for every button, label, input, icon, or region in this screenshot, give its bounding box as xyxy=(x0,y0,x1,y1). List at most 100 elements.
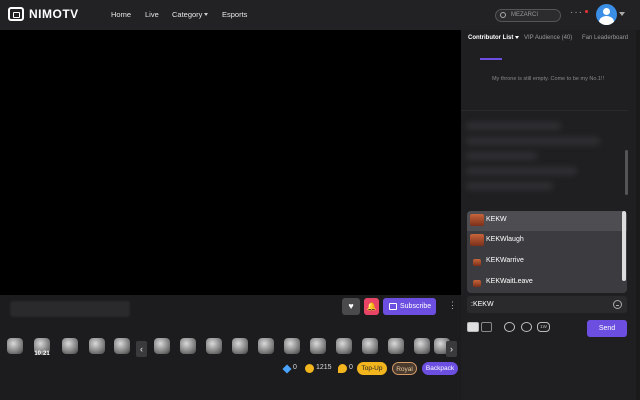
gift-item[interactable] xyxy=(230,336,250,358)
gift-item[interactable] xyxy=(5,336,25,358)
search-placeholder: MEZARCI xyxy=(511,12,538,18)
subscribe-icon xyxy=(389,303,397,310)
emote-name: KEKWarrive xyxy=(486,257,524,264)
account-chevron-down-icon[interactable] xyxy=(619,12,625,16)
gift-0-icon xyxy=(7,338,23,354)
gift-item[interactable] xyxy=(256,336,276,358)
gift-8-icon xyxy=(232,338,248,354)
gift-item[interactable] xyxy=(204,336,224,358)
backpack-button[interactable]: Backpack xyxy=(422,362,458,375)
gift-item[interactable]: 10:21 xyxy=(32,336,52,358)
gift-5-icon xyxy=(154,338,170,354)
chevron-down-icon xyxy=(204,13,208,16)
gift-13-icon xyxy=(362,338,378,354)
gift-next-button[interactable]: › xyxy=(446,341,457,357)
chat-input-value[interactable]: :KEKW xyxy=(471,301,494,308)
royal-button[interactable]: Royal xyxy=(392,362,417,375)
avatar-body xyxy=(599,16,614,25)
gift-item[interactable] xyxy=(60,336,80,358)
gift-6-icon xyxy=(180,338,196,354)
active-tab-indicator xyxy=(480,58,502,60)
chevron-down-icon xyxy=(515,35,520,39)
gift-3-icon xyxy=(89,338,105,354)
diamond-count: 0 xyxy=(293,364,297,371)
more-menu-button[interactable]: ··· xyxy=(570,7,583,18)
chat-messages-blurred xyxy=(466,115,624,207)
gift-item[interactable] xyxy=(152,336,172,358)
logo-text: NIMOTV xyxy=(29,7,79,21)
tab-fan-leaderboard[interactable]: Fan Leaderboard xyxy=(582,35,628,41)
emote-name: KEKWlaugh xyxy=(486,236,524,243)
emote-list-scrollbar[interactable] xyxy=(622,211,626,281)
gift-item[interactable] xyxy=(112,336,132,358)
emote-name: KEKW xyxy=(486,216,507,223)
player-more-button[interactable]: ⋮ xyxy=(448,300,457,311)
subscribe-button[interactable]: Subscribe xyxy=(383,298,436,315)
gem-count: 0 xyxy=(349,364,353,371)
gift-item[interactable] xyxy=(386,336,406,358)
kekwarrive-emote-icon xyxy=(473,259,481,266)
kekw-emote-icon xyxy=(470,214,484,226)
emote-option[interactable]: KEKW xyxy=(467,211,627,231)
gift-15-icon xyxy=(414,338,430,354)
gem-icon xyxy=(338,364,347,373)
tab-contributor-list[interactable]: Contributor List xyxy=(468,35,520,41)
badge-icon[interactable]: 1W xyxy=(537,322,550,332)
gift-2-icon xyxy=(62,338,78,354)
nav-live[interactable]: Live xyxy=(145,10,159,19)
empty-throne-message: My throne is still empty. Come to be my … xyxy=(491,76,605,82)
send-button[interactable]: Send xyxy=(587,320,627,337)
gift-10-icon xyxy=(284,338,300,354)
emote-suggestion-list: KEKW KEKWlaugh KEKWarrive KEKWaitLeave xyxy=(467,211,627,293)
gift-7-icon xyxy=(206,338,222,354)
gift-item[interactable] xyxy=(178,336,198,358)
tab-vip-audience[interactable]: VIP Audience (40) xyxy=(524,35,572,41)
search-input[interactable]: MEZARCI xyxy=(495,9,561,22)
gift-item[interactable] xyxy=(360,336,380,358)
search-icon xyxy=(500,12,506,18)
topup-button[interactable]: Top-Up xyxy=(357,362,387,375)
gift-icon[interactable] xyxy=(521,322,532,332)
kekwlaugh-emote-icon xyxy=(470,234,484,246)
chat-line xyxy=(466,182,553,190)
nav-home[interactable]: Home xyxy=(111,10,131,19)
camera-icon[interactable] xyxy=(467,322,479,332)
page-scrollbar[interactable] xyxy=(636,30,640,400)
emoji-icon[interactable] xyxy=(613,300,622,309)
emote-option[interactable]: KEKWlaugh xyxy=(467,231,627,251)
chat-scrollbar[interactable] xyxy=(625,150,628,195)
panel-divider xyxy=(461,110,628,111)
subscribe-label: Subscribe xyxy=(400,303,432,310)
chat-line xyxy=(466,152,538,160)
gift-prev-button[interactable]: ‹ xyxy=(136,341,147,357)
chat-line xyxy=(466,167,577,175)
avatar[interactable] xyxy=(596,4,617,25)
gift-item[interactable] xyxy=(308,336,328,358)
gift-item[interactable] xyxy=(412,336,432,358)
nav-category[interactable]: Category xyxy=(172,10,202,19)
gift-item[interactable] xyxy=(282,336,302,358)
notify-button[interactable]: 🔔 xyxy=(364,298,379,315)
gift-item[interactable] xyxy=(334,336,354,358)
site-logo[interactable]: NIMOTV xyxy=(8,7,79,21)
bell-icon: 🔔 xyxy=(366,302,377,311)
gift-12-icon xyxy=(336,338,352,354)
stream-info-blurred xyxy=(10,301,130,317)
gift-9-icon xyxy=(258,338,274,354)
follow-button[interactable]: ♥ xyxy=(342,298,360,315)
notification-dot xyxy=(585,10,588,13)
nav-esports[interactable]: Esports xyxy=(222,10,247,19)
emote-name: KEKWaitLeave xyxy=(486,278,533,285)
heart-icon: ♥ xyxy=(348,301,354,311)
video-player[interactable] xyxy=(0,30,461,295)
gear-icon[interactable] xyxy=(504,322,515,332)
screen-icon[interactable] xyxy=(481,322,492,332)
tab-contributor-label: Contributor List xyxy=(468,35,514,41)
emote-option[interactable]: KEKWaitLeave xyxy=(467,273,627,293)
gift-item[interactable] xyxy=(87,336,107,358)
avatar-head xyxy=(603,8,610,15)
chat-line xyxy=(466,122,561,130)
tv-icon xyxy=(8,7,24,21)
emote-option[interactable]: KEKWarrive xyxy=(467,252,627,272)
coin-icon xyxy=(305,364,314,373)
